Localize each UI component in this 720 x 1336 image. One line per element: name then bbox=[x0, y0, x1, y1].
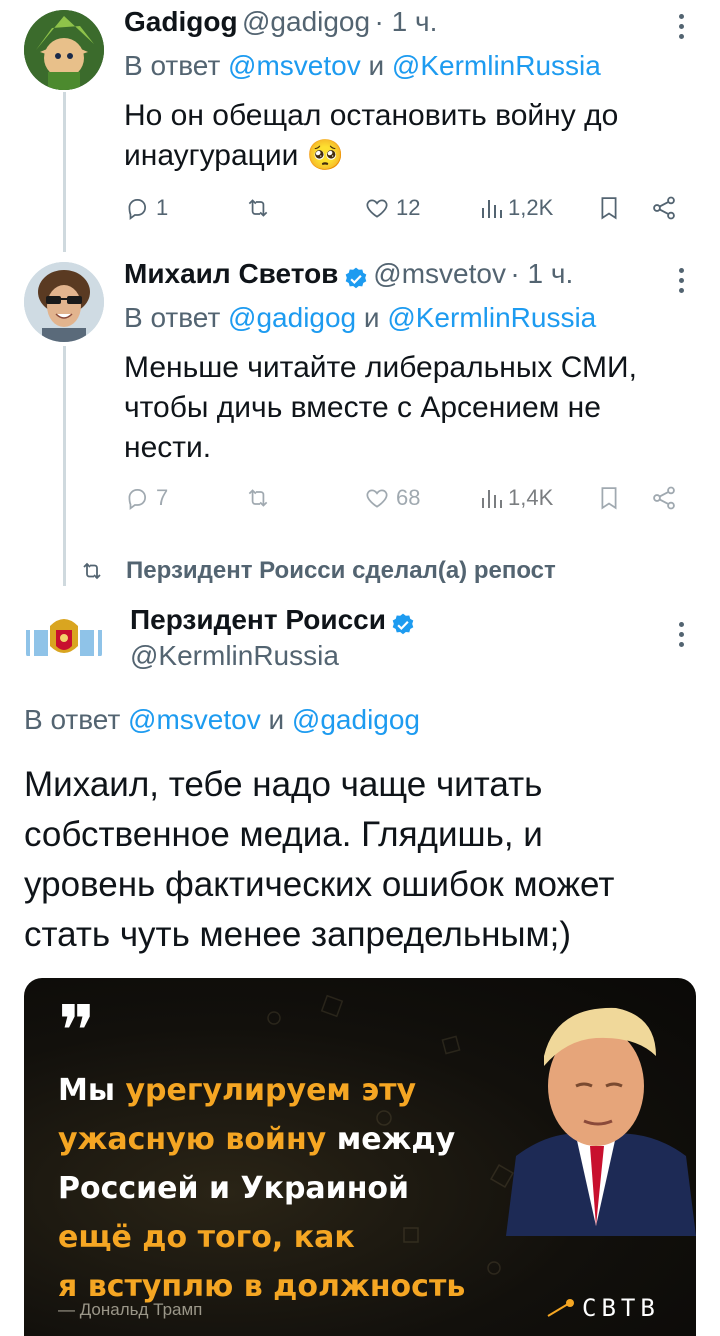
quote-word: между bbox=[336, 1122, 456, 1157]
tweet-text: Но он обещал остановить войну до инаугур… bbox=[124, 96, 664, 176]
tweet-actions: 7 68 1,4K bbox=[124, 478, 684, 518]
tweet-text: Меньше читайте либеральных СМИ, чтобы ди… bbox=[124, 351, 637, 464]
reply-and: и bbox=[368, 50, 385, 81]
author-name[interactable]: Перзидент Роисси bbox=[130, 604, 386, 635]
repost-button[interactable] bbox=[244, 188, 272, 228]
bookmark-button[interactable] bbox=[598, 188, 620, 228]
like-button[interactable]: 12 bbox=[364, 188, 420, 228]
verified-badge-icon bbox=[393, 613, 414, 634]
share-button[interactable] bbox=[650, 478, 678, 518]
quote-line: Мы урегулируем эту bbox=[58, 1066, 518, 1115]
tweet-time[interactable]: · 1 ч. bbox=[510, 258, 573, 289]
avatar-image bbox=[24, 602, 104, 682]
mention-link[interactable]: @KermlinRussia bbox=[387, 302, 596, 333]
mention-link[interactable]: @gadigog bbox=[292, 704, 420, 735]
author-name[interactable]: Михаил Светов bbox=[124, 258, 338, 289]
avatar-image bbox=[24, 262, 104, 342]
bookmark-button[interactable] bbox=[598, 478, 620, 518]
repost-icon bbox=[248, 489, 268, 507]
quote-line: ещё до того, как bbox=[58, 1213, 518, 1262]
views-chart-icon bbox=[482, 490, 502, 508]
brand-text: СВТВ bbox=[582, 1294, 660, 1322]
quote-highlight: урегулируем эту bbox=[125, 1073, 417, 1108]
pleading-face-icon: 🥺 bbox=[306, 139, 345, 172]
reply-button[interactable]: 1 bbox=[124, 188, 168, 228]
reply-to: В ответ @gadigog и @KermlinRussia bbox=[124, 302, 596, 334]
brand-logo: СВТВ bbox=[546, 1294, 660, 1322]
tweet-header: Gadigog @gadigog · 1 ч. bbox=[124, 6, 437, 42]
reply-to: В ответ @msvetov и @gadigog bbox=[24, 704, 420, 736]
tweet-text: Михаил, тебе надо чаще читать собственно… bbox=[24, 765, 615, 954]
more-options-icon[interactable] bbox=[679, 268, 685, 298]
quote-attribution: — Дональд Трамп bbox=[58, 1300, 203, 1319]
portrait-image bbox=[506, 1007, 696, 1236]
views-button[interactable]: 1,2K bbox=[480, 188, 553, 228]
share-icon bbox=[653, 196, 675, 220]
views-button[interactable]: 1,4K bbox=[480, 478, 553, 518]
thread-line bbox=[63, 346, 66, 586]
reply-count: 1 bbox=[156, 195, 169, 220]
repost-indicator: Перзидент Роисси сделал(а) репост bbox=[78, 556, 556, 586]
author-handle[interactable]: @gadigog bbox=[242, 6, 370, 37]
tweet-media[interactable]: ❞ Мы урегулируем эту ужасную войну между… bbox=[24, 978, 696, 1336]
author-name[interactable]: Gadigog bbox=[124, 6, 238, 37]
repost-button[interactable] bbox=[244, 478, 272, 518]
repost-label[interactable]: Перзидент Роисси сделал(а) репост bbox=[126, 557, 556, 585]
more-options-icon[interactable] bbox=[679, 14, 685, 44]
more-options-icon[interactable] bbox=[679, 622, 685, 652]
tweet-header: Михаил Светов @msvetov · 1 ч. bbox=[124, 258, 573, 294]
quote-line: Россией и Украиной bbox=[58, 1164, 518, 1213]
tweet-actions: 1 12 1,2K bbox=[124, 188, 684, 228]
reply-prefix: В ответ bbox=[124, 50, 221, 81]
avatar[interactable] bbox=[24, 10, 104, 90]
quote-word: Россией и Украиной bbox=[58, 1171, 410, 1206]
reply-count: 7 bbox=[156, 485, 169, 510]
thread-line bbox=[63, 92, 66, 252]
view-count: 1,4K bbox=[508, 485, 554, 510]
quote-text: Мы урегулируем эту ужасную войну между Р… bbox=[58, 1066, 518, 1311]
verified-badge-icon bbox=[345, 267, 367, 288]
quote-mark: ❞ bbox=[58, 990, 96, 1072]
reply-icon bbox=[128, 489, 146, 511]
reply-icon bbox=[128, 199, 146, 221]
reply-and: и bbox=[363, 302, 380, 333]
avatar[interactable] bbox=[24, 262, 104, 342]
heart-icon bbox=[366, 489, 388, 508]
quote-word: Мы bbox=[58, 1073, 115, 1108]
quote-highlight: ещё до того, как bbox=[58, 1220, 355, 1255]
repost-icon bbox=[83, 562, 101, 580]
tweet-time[interactable]: · 1 ч. bbox=[375, 6, 438, 37]
like-count: 68 bbox=[396, 485, 421, 510]
tweet-header: Перзидент Роисси bbox=[130, 604, 416, 638]
quote-line: ужасную войну между bbox=[58, 1115, 518, 1164]
reply-and: и bbox=[268, 704, 285, 735]
mention-link[interactable]: @KermlinRussia bbox=[392, 50, 601, 81]
heart-icon bbox=[366, 199, 388, 218]
mention-link[interactable]: @msvetov bbox=[128, 704, 261, 735]
share-icon bbox=[653, 486, 675, 510]
quote-highlight: я вступлю в должность bbox=[58, 1269, 466, 1304]
bookmark-icon bbox=[601, 197, 617, 220]
author-handle[interactable]: @msvetov bbox=[373, 258, 506, 289]
repost-icon bbox=[248, 199, 268, 217]
quote-highlight: ужасную войну bbox=[58, 1122, 327, 1157]
mention-link[interactable]: @gadigog bbox=[228, 302, 356, 333]
like-count: 12 bbox=[396, 195, 421, 220]
satellite-icon bbox=[547, 1299, 574, 1317]
reply-button[interactable]: 7 bbox=[124, 478, 168, 518]
view-count: 1,2K bbox=[508, 195, 554, 220]
bookmark-icon bbox=[601, 487, 617, 510]
author-handle[interactable]: @KermlinRussia bbox=[130, 640, 339, 672]
avatar[interactable] bbox=[24, 602, 104, 682]
avatar-image bbox=[24, 10, 104, 90]
reply-to: В ответ @msvetov и @KermlinRussia bbox=[124, 50, 601, 82]
tweet-text-content: Но он обещал остановить войну до инаугур… bbox=[124, 99, 619, 172]
like-button[interactable]: 68 bbox=[364, 478, 420, 518]
mention-link[interactable]: @msvetov bbox=[228, 50, 361, 81]
share-button[interactable] bbox=[650, 188, 678, 228]
reply-prefix: В ответ bbox=[124, 302, 221, 333]
views-chart-icon bbox=[482, 200, 502, 218]
reply-prefix: В ответ bbox=[24, 704, 121, 735]
